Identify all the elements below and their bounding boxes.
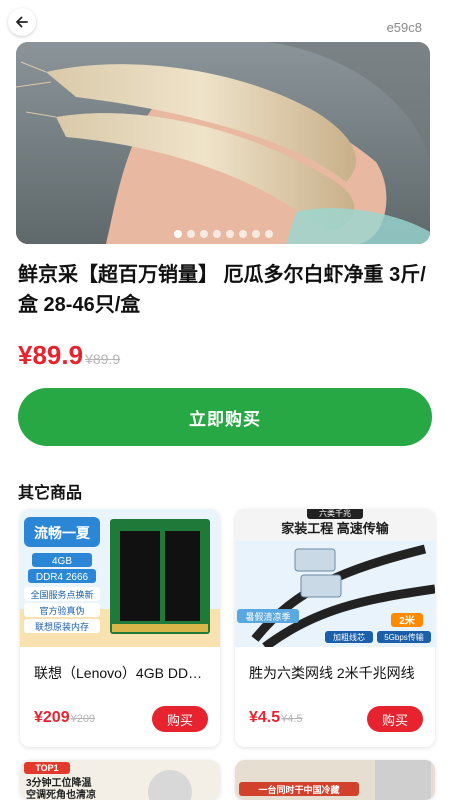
- product-image-carousel[interactable]: [16, 42, 430, 244]
- thumb-tag: 联想原装内存: [35, 621, 89, 632]
- product-card[interactable]: 六类千兆 家装工程 高速传输 暑假清凉季 2米 加粗线芯 5Gbps传输 胜为六…: [235, 509, 435, 747]
- product-card-price: ¥4.5: [249, 709, 281, 726]
- thumb-tag: 空调死角也清凉: [26, 788, 96, 800]
- carousel-dot[interactable]: [225, 230, 234, 238]
- thumb-tag: 六类千兆: [319, 509, 351, 518]
- back-button[interactable]: [8, 8, 36, 36]
- buy-now-button[interactable]: 立即购买: [18, 388, 432, 446]
- carousel-dot[interactable]: [199, 230, 208, 238]
- thumb-tag: 5Gbps传输: [384, 632, 424, 642]
- product-card[interactable]: 流畅一夏 4GB DDR4 2666 全国服务点换新 官方验真伪 联想原装内存 …: [20, 509, 220, 747]
- network-cable-image: 六类千兆 家装工程 高速传输 暑假清凉季 2米 加粗线芯 5Gbps传输: [235, 509, 435, 647]
- product-card-buy-button[interactable]: 购买: [152, 706, 208, 732]
- product-card-buy-button[interactable]: 购买: [367, 706, 423, 732]
- arrow-left-icon: [16, 16, 28, 28]
- thumb-tag: 加粗线芯: [333, 632, 365, 642]
- carousel-dot[interactable]: [238, 230, 247, 238]
- product-card-original-price: ¥4.5: [281, 713, 303, 725]
- product-card[interactable]: 一台同时干中国冷藏: [235, 760, 435, 800]
- other-products-title: 其它商品: [18, 485, 83, 502]
- fridge-product-image: 一台同时干中国冷藏: [235, 760, 435, 800]
- memory-module-image: 流畅一夏 4GB DDR4 2666 全国服务点换新 官方验真伪 联想原装内存: [20, 509, 220, 647]
- product-card[interactable]: TOP1 3分钟工位降温 空调死角也清凉: [20, 760, 220, 800]
- top-bar: e59c8: [0, 0, 450, 44]
- carousel-indicator: [16, 230, 430, 238]
- product-title: 鲜京采【超百万销量】 厄瓜多尔白虾净重 3斤/盒 28-46只/盒: [18, 264, 426, 316]
- thumb-banner: 家装工程 高速传输: [281, 521, 390, 536]
- thumb-tag: 官方验真伪: [39, 605, 84, 616]
- current-price: ¥89.9: [18, 340, 84, 370]
- carousel-dot[interactable]: [251, 230, 260, 238]
- shrimp-photo: [16, 42, 430, 244]
- product-card-name: 胜为六类网线 2米千兆网线: [249, 665, 415, 681]
- carousel-dot[interactable]: [186, 230, 195, 238]
- price-row: ¥89.9 ¥89.9: [18, 340, 120, 371]
- fan-product-image: TOP1 3分钟工位降温 空调死角也清凉: [20, 760, 220, 800]
- thumb-banner: 流畅一夏: [34, 525, 91, 541]
- thumb-tag: DDR4 2666: [36, 572, 89, 583]
- thumb-tag: 4GB: [52, 556, 72, 567]
- carousel-dot[interactable]: [173, 230, 182, 238]
- product-card-name: 联想（Lenovo）4GB DDR4 2666 内存条: [34, 665, 210, 681]
- thumb-tag: 2米: [399, 614, 416, 627]
- carousel-dot[interactable]: [212, 230, 221, 238]
- thumb-tag: 暑假清凉季: [245, 611, 290, 622]
- thumb-tag: 全国服务点换新: [30, 589, 93, 600]
- product-card-price: ¥209: [34, 709, 70, 726]
- product-card-price-row: ¥4.5 ¥4.5: [249, 709, 303, 727]
- original-price: ¥89.9: [85, 351, 121, 367]
- carousel-dot[interactable]: [264, 230, 273, 238]
- thumb-tag: 一台同时干中国冷藏: [258, 784, 339, 795]
- product-code: e59c8: [386, 20, 422, 35]
- product-card-original-price: ¥209: [70, 713, 96, 725]
- thumb-tag: TOP1: [35, 763, 58, 773]
- thumb-tag: 3分钟工位降温: [26, 776, 92, 789]
- product-card-price-row: ¥209 ¥209: [34, 709, 95, 727]
